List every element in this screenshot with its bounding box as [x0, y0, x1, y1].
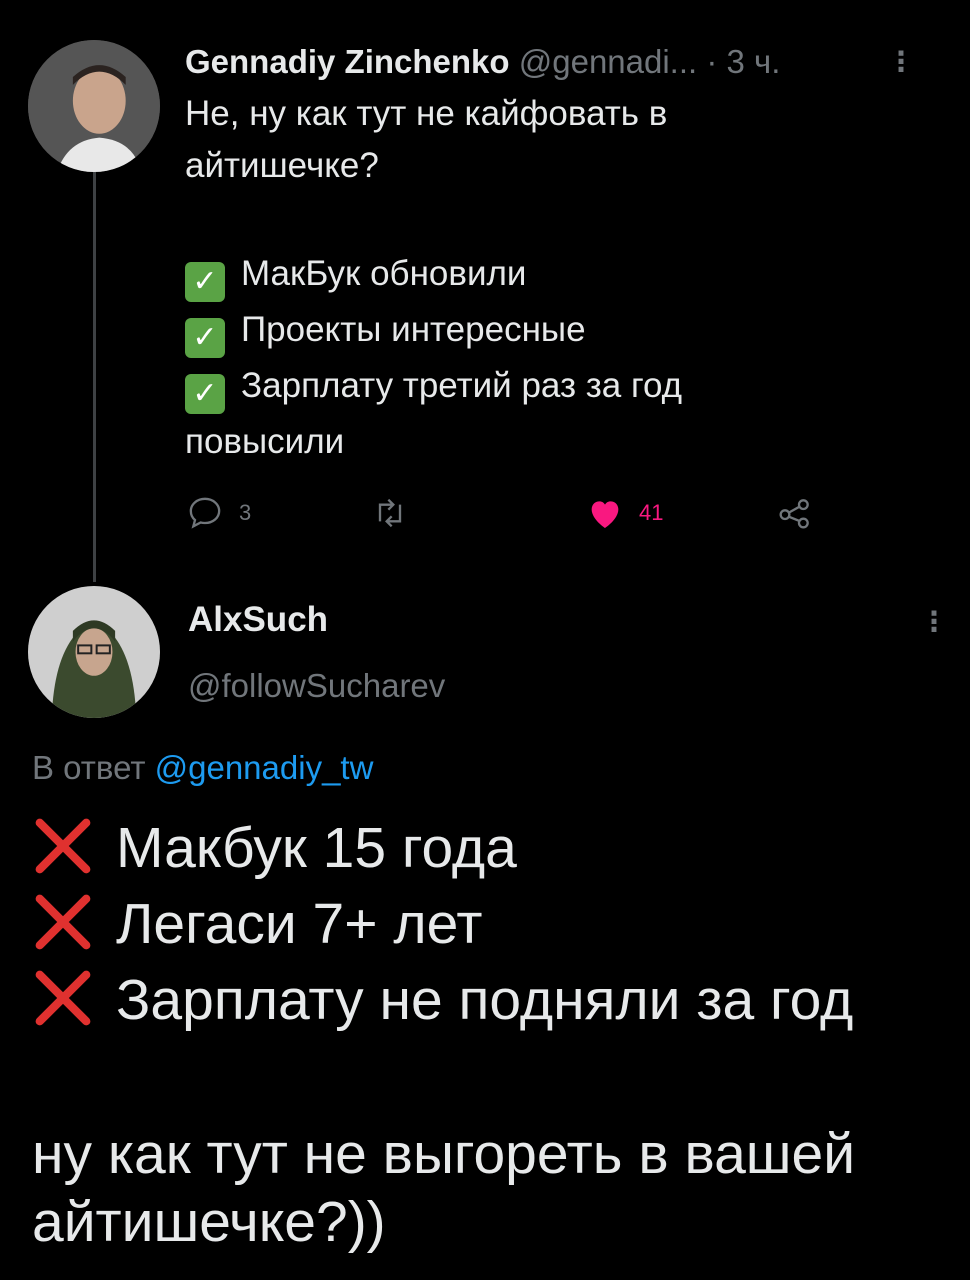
thread-connector-line — [93, 172, 96, 582]
share-button[interactable] — [775, 488, 815, 538]
retweet-icon — [378, 498, 402, 528]
heart-icon — [591, 501, 619, 528]
crosslist-item-text: Макбук 15 года — [116, 816, 517, 880]
checklist-item-text: Проекты интересные — [241, 310, 586, 349]
tweet-text-line: айтишечке? — [185, 146, 379, 185]
avatar-alxsuch[interactable] — [28, 586, 160, 718]
checklist-item-text: МакБук обновили — [241, 254, 527, 293]
cross-mark-icon — [35, 818, 91, 874]
reply-count: 3 — [239, 500, 252, 525]
checklist-item-text: Зарплату третий раз за год — [241, 366, 683, 405]
crosslist-item: Макбук 15 года — [32, 810, 942, 886]
reply-icon — [189, 497, 221, 529]
share-icon — [779, 499, 809, 529]
tweet-header: Gennadiy Zinchenko @gennadi... · 3 ч. ⋮ — [185, 40, 945, 84]
tweet-text-line: ну как тут не выгореть в вашей — [32, 1122, 856, 1186]
checklist-continuation: повысили — [185, 422, 345, 461]
reply-button[interactable]: 3 — [185, 488, 251, 538]
crosslist-item: Зарплату не подняли за год — [32, 962, 942, 1038]
checklist-item: ✓ МакБук обновили — [185, 246, 825, 302]
tweet-text-line: Не, ну как тут не кайфовать в — [185, 94, 668, 133]
author-handle[interactable]: @followSucharev — [188, 664, 445, 708]
author-name[interactable]: AlxSuch — [188, 598, 328, 642]
tweet-text-line: айтишечке?)) — [32, 1190, 386, 1254]
tweet-actions: 3 41 — [185, 488, 825, 538]
reply-to-mention[interactable]: @gennadiy_tw — [155, 749, 374, 786]
retweet-button[interactable] — [370, 488, 424, 538]
check-mark-icon: ✓ — [185, 262, 225, 302]
like-button[interactable]: 41 — [585, 488, 663, 538]
reply-to-line: В ответ @gennadiy_tw — [32, 746, 373, 790]
avatar-photo-icon — [28, 40, 160, 172]
avatar-photo-icon — [28, 586, 160, 718]
crosslist-item: Легаси 7+ лет — [32, 886, 942, 962]
tweet-tail-text: ну как тут не выгореть в вашей айтишечке… — [32, 1120, 942, 1256]
tweet-text: Не, ну как тут не кайфовать в айтишечке? — [185, 88, 825, 192]
like-count: 41 — [639, 500, 664, 525]
reply-to-prefix: В ответ — [32, 749, 155, 786]
check-mark-icon: ✓ — [185, 318, 225, 358]
cross-mark-icon — [35, 970, 91, 1026]
crosslist-item-text: Легаси 7+ лет — [116, 892, 483, 956]
checklist-item: ✓ Зарплату третий раз за год — [185, 358, 825, 414]
crosslist-item-text: Зарплату не подняли за год — [116, 968, 854, 1032]
tweet-crosslist: Макбук 15 года Легаси 7+ лет Зарплату не… — [32, 810, 942, 1038]
tweet-checklist: ✓ МакБук обновили ✓ Проекты интересные ✓ За… — [185, 246, 825, 469]
checklist-item: ✓ Проекты интересные — [185, 302, 825, 358]
author-name[interactable]: Gennadiy Zinchenko — [185, 43, 510, 80]
tweet-time[interactable]: · 3 ч. — [706, 43, 780, 80]
more-options-icon[interactable]: ⋮ — [887, 40, 915, 84]
more-options-icon[interactable]: ⋮ — [920, 600, 948, 644]
author-handle[interactable]: @gennadi... — [519, 43, 697, 80]
check-mark-icon: ✓ — [185, 374, 225, 414]
cross-mark-icon — [35, 894, 91, 950]
avatar-gennadiy[interactable] — [28, 40, 160, 172]
